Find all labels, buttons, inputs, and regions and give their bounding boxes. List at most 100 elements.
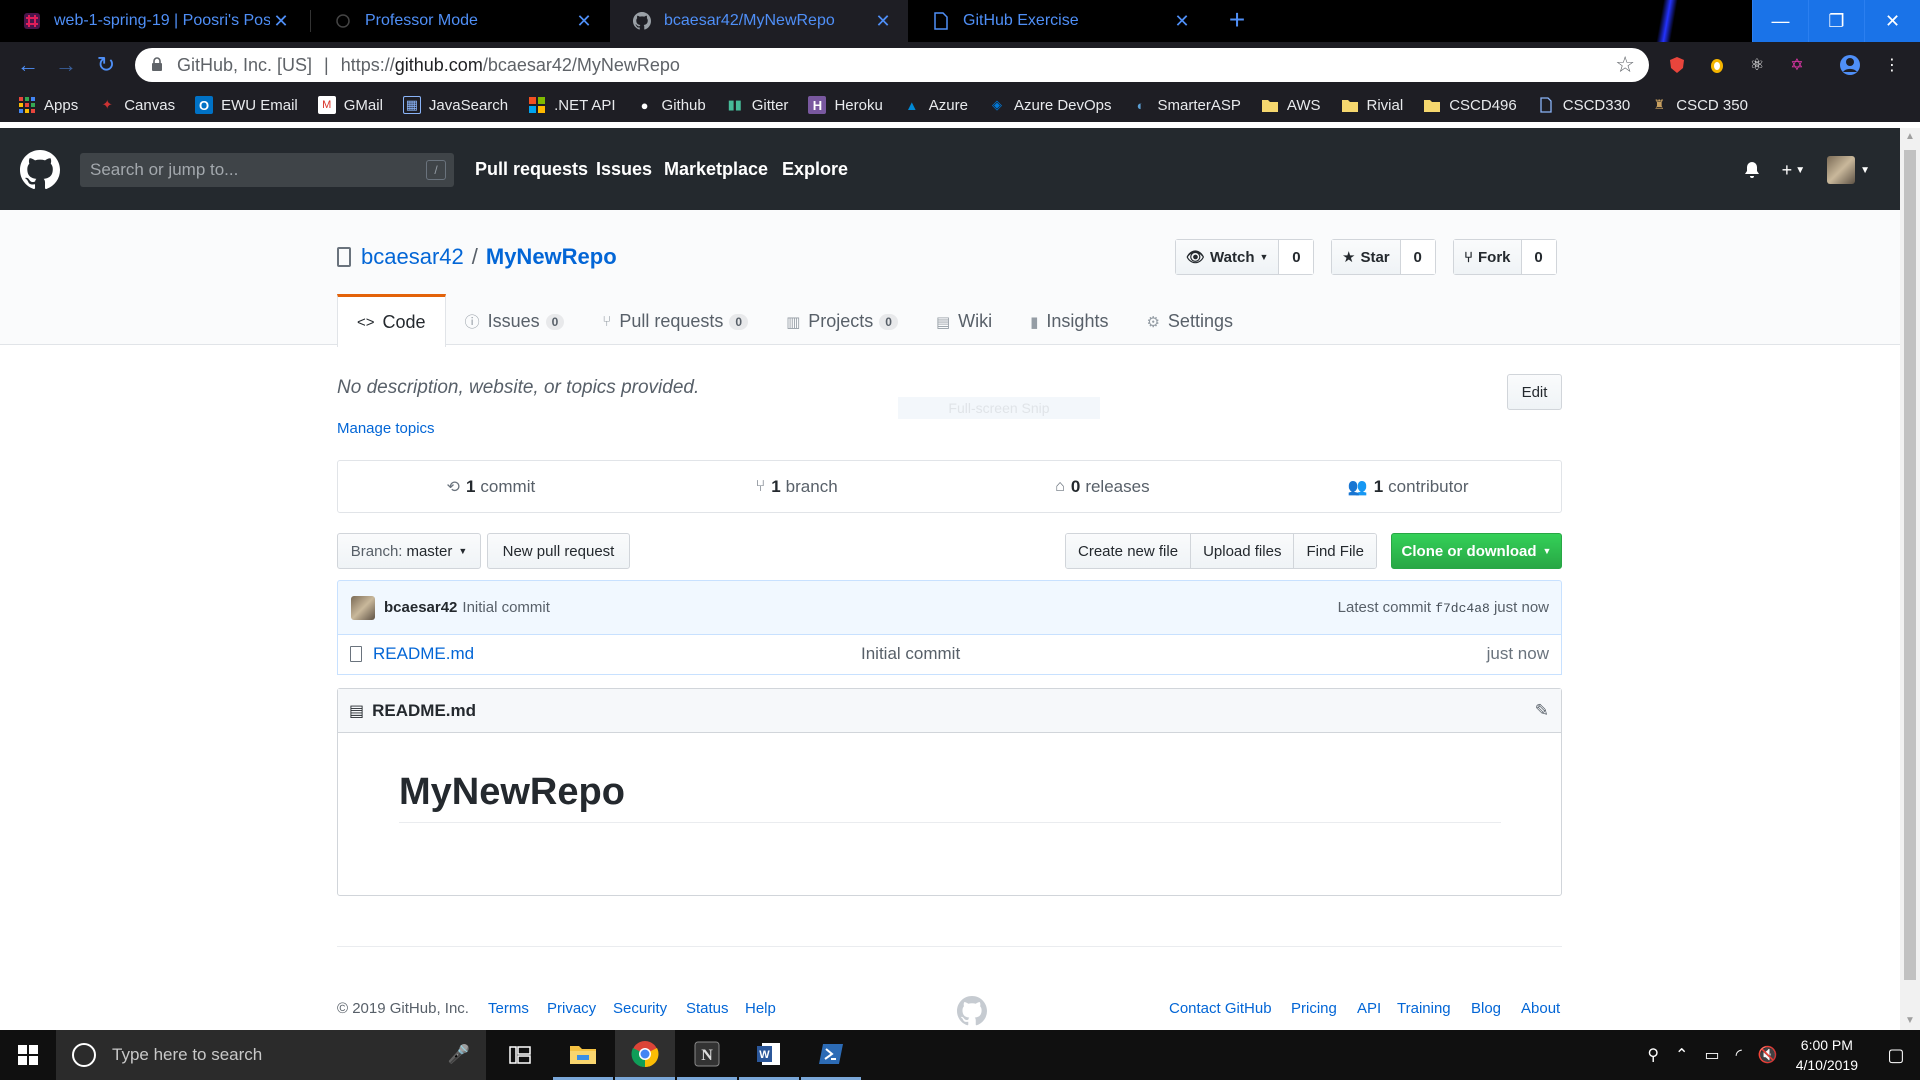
powershell-icon[interactable]	[801, 1030, 861, 1080]
tab-issues[interactable]: ⓘ Issues 0	[446, 294, 584, 346]
bookmark-smarterasp[interactable]: ◐ SmarterASP	[1132, 96, 1241, 114]
bookmark-javasearch[interactable]: ▦ JavaSearch	[402, 96, 508, 114]
reload-icon[interactable]: ↻	[92, 51, 120, 79]
fork-count[interactable]: 0	[1521, 240, 1556, 274]
footer-link-blog[interactable]: Blog	[1471, 1000, 1501, 1017]
forward-icon[interactable]: →	[52, 51, 80, 79]
scrollbar-thumb[interactable]	[1904, 150, 1916, 980]
people-icon[interactable]: ⚲	[1647, 1045, 1659, 1065]
new-pull-request-button[interactable]: New pull request	[487, 533, 630, 569]
watch-button[interactable]: 👁 Watch ▼	[1176, 240, 1280, 274]
scroll-down-icon[interactable]: ▼	[1900, 1012, 1920, 1030]
footer-link-about[interactable]: About	[1521, 1000, 1560, 1017]
notification-bell-icon[interactable]	[1744, 161, 1760, 179]
close-tab-icon[interactable]: ✕	[573, 11, 595, 32]
github-logo-icon[interactable]	[20, 150, 60, 190]
browser-tab-active[interactable]: bcaesar42/MyNewRepo ✕	[610, 0, 908, 42]
brave-shield-icon[interactable]	[1665, 53, 1689, 77]
bookmark-aws[interactable]: AWS	[1261, 96, 1321, 114]
chrome-icon[interactable]	[615, 1030, 675, 1080]
footer-link-help[interactable]: Help	[745, 1000, 776, 1017]
bookmark-canvas[interactable]: ✦ Canvas	[98, 96, 175, 114]
tab-insights[interactable]: ▮ Insights	[1011, 294, 1127, 346]
nav-pull-requests[interactable]: Pull requests	[475, 159, 588, 180]
windows-start-icon[interactable]	[0, 1030, 56, 1080]
minimize-icon[interactable]: —	[1752, 0, 1808, 42]
file-name-link[interactable]: README.md	[373, 644, 474, 664]
footer-link-contact[interactable]: Contact GitHub	[1169, 1000, 1272, 1017]
file-commit-message-link[interactable]: Initial commit	[861, 644, 960, 664]
github-mark-icon[interactable]	[957, 996, 987, 1026]
bookmark-cscd350[interactable]: ♜ CSCD 350	[1650, 96, 1748, 114]
bookmark-cscd496[interactable]: CSCD496	[1423, 96, 1517, 114]
clone-or-download-button[interactable]: Clone or download ▼	[1391, 533, 1562, 569]
bookmark-cscd330[interactable]: CSCD330	[1537, 96, 1630, 114]
create-new-icon[interactable]: + ▼	[1782, 160, 1805, 181]
word-icon[interactable]: W	[739, 1030, 799, 1080]
footer-link-api[interactable]: API	[1357, 1000, 1381, 1017]
search-input[interactable]: Search or jump to... /	[80, 153, 454, 187]
repo-owner-link[interactable]: bcaesar42	[361, 244, 464, 270]
taskbar-search-input[interactable]: Type here to search 🎤	[56, 1030, 486, 1080]
file-explorer-icon[interactable]	[553, 1030, 613, 1080]
tab-projects[interactable]: ▥ Projects 0	[767, 294, 917, 346]
close-tab-icon[interactable]: ✕	[270, 11, 292, 32]
footer-link-status[interactable]: Status	[686, 1000, 729, 1017]
page-scrollbar[interactable]: ▲ ▼	[1900, 128, 1920, 1030]
battery-icon[interactable]: ▭	[1704, 1045, 1719, 1065]
star-count[interactable]: 0	[1400, 240, 1435, 274]
bookmark-ewu-email[interactable]: O EWU Email	[195, 96, 298, 114]
bookmark-azure[interactable]: ▲ Azure	[903, 96, 968, 114]
new-tab-button[interactable]: +	[1222, 6, 1252, 36]
fork-button[interactable]: ⑂ Fork	[1454, 240, 1522, 274]
bookmark-github[interactable]: ● Github	[636, 96, 706, 114]
branches-link[interactable]: ⑂ 1 branch	[644, 461, 950, 512]
edit-description-button[interactable]: Edit	[1507, 374, 1562, 410]
commit-author-link[interactable]: bcaesar42	[384, 599, 457, 616]
scroll-up-icon[interactable]: ▲	[1900, 128, 1920, 146]
extension-icon[interactable]	[1705, 53, 1729, 77]
close-tab-icon[interactable]: ✕	[872, 11, 894, 32]
task-view-icon[interactable]	[490, 1030, 550, 1080]
branch-select-button[interactable]: Branch: master ▼	[337, 533, 481, 569]
bookmark-star-icon[interactable]: ☆	[1615, 52, 1635, 78]
bookmark-azure-devops[interactable]: ◈ Azure DevOps	[988, 96, 1112, 114]
tab-wiki[interactable]: ▤ Wiki	[917, 294, 1011, 346]
user-menu[interactable]: ▼	[1827, 156, 1870, 184]
volume-muted-icon[interactable]: 🔇	[1758, 1045, 1778, 1065]
avatar[interactable]	[351, 595, 375, 620]
commits-link[interactable]: ⟲ 1 commit	[338, 461, 644, 512]
create-new-file-button[interactable]: Create new file	[1066, 534, 1192, 568]
browser-tab[interactable]: web-1-spring-19 | Poosri's Posse ✕	[0, 0, 306, 42]
contributors-link[interactable]: 👥 1 contributor	[1255, 461, 1561, 512]
back-icon[interactable]: ←	[14, 51, 42, 79]
chevron-up-icon[interactable]: ⌃	[1675, 1045, 1688, 1065]
find-file-button[interactable]: Find File	[1294, 534, 1376, 568]
bookmark-apps[interactable]: Apps	[18, 96, 78, 114]
commit-sha-link[interactable]: f7dc4a8	[1435, 601, 1490, 616]
close-tab-icon[interactable]: ✕	[1171, 11, 1193, 32]
manage-topics-link[interactable]: Manage topics	[337, 420, 435, 437]
releases-link[interactable]: ⌂ 0 releases	[950, 461, 1256, 512]
bookmark-dotnet-api[interactable]: .NET API	[528, 96, 616, 114]
browser-tab[interactable]: Professor Mode ✕	[311, 0, 609, 42]
close-window-icon[interactable]: ✕	[1864, 0, 1920, 42]
footer-link-training[interactable]: Training	[1397, 1000, 1451, 1017]
upload-files-button[interactable]: Upload files	[1191, 534, 1295, 568]
nav-explore[interactable]: Explore	[782, 159, 848, 180]
nav-marketplace[interactable]: Marketplace	[664, 159, 768, 180]
watch-count[interactable]: 0	[1279, 240, 1314, 274]
menu-kebab-icon[interactable]: ⋮	[1880, 53, 1904, 77]
pencil-icon[interactable]: ✎	[1535, 701, 1549, 721]
wifi-icon[interactable]: ◜	[1736, 1045, 1742, 1065]
repo-name-link[interactable]: MyNewRepo	[486, 244, 617, 270]
address-bar[interactable]: GitHub, Inc. [US] | https://github.com/b…	[135, 48, 1649, 82]
bookmark-gmail[interactable]: M GMail	[317, 96, 383, 114]
footer-link-terms[interactable]: Terms	[488, 1000, 529, 1017]
profile-icon[interactable]	[1838, 53, 1862, 77]
microphone-icon[interactable]: 🎤	[448, 1044, 470, 1065]
footer-link-pricing[interactable]: Pricing	[1291, 1000, 1337, 1017]
action-center-icon[interactable]: ▢	[1872, 1030, 1920, 1080]
bookmark-heroku[interactable]: H Heroku	[808, 96, 883, 114]
react-devtools-icon[interactable]: ⚛	[1745, 53, 1769, 77]
